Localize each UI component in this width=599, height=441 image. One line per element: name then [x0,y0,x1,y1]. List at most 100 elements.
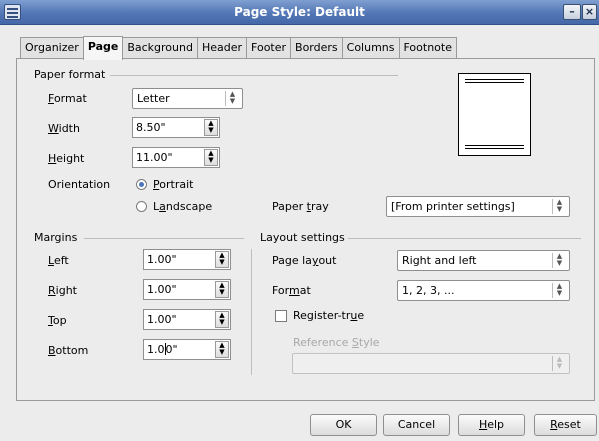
minimize-button[interactable]: – [563,4,581,20]
paper-format-select[interactable]: Letter ▲ ▼ [132,88,243,109]
tab-header[interactable]: Header [196,37,248,59]
layout-settings-heading: Layout settings [260,231,345,244]
page-layout-label: Page layout [272,254,336,267]
width-label-mnemonic: W [48,122,59,135]
page-layout-value: Right and left [402,254,477,267]
tab-background[interactable]: Background [122,37,198,59]
width-spinbox[interactable]: 8.50" ▲ ▼ [132,117,220,138]
section-separator [251,249,252,375]
margin-top-label: Top [48,314,67,327]
paper-tray-label-rest: ray [310,200,329,213]
height-value: 11.00" [136,151,173,164]
window-title: Page Style: Default [234,5,365,19]
register-true-checkbox[interactable] [275,310,287,322]
tab-bar: Organizer Page Background Header Footer … [20,36,457,60]
margin-bottom-spinbox[interactable]: 1.00" ▲ ▼ [143,339,231,360]
tab-page[interactable]: Page [82,36,124,60]
reset-button[interactable]: Reset [534,414,597,436]
page-preview [458,73,531,156]
chevron-updown-icon: ▲ ▼ [225,91,239,106]
paper-tray-value: [From printer settings] [391,200,515,213]
portrait-radio[interactable] [136,179,147,190]
landscape-label-mnemonic: a [159,200,166,213]
paper-tray-label-pre: Paper [272,200,307,213]
margin-top-spin-arrows-icon[interactable]: ▲ ▼ [215,311,229,328]
tab-organizer[interactable]: Organizer [20,37,84,59]
help-button-rest: elp [487,418,505,431]
margin-left-spinbox[interactable]: 1.00" ▲ ▼ [143,249,231,270]
help-button-mnemonic: H [478,418,488,431]
tab-columns[interactable]: Columns [341,37,400,59]
height-spinbox[interactable]: 11.00" ▲ ▼ [132,147,220,168]
margin-bottom-value-before-caret: 1.0 [147,343,165,356]
landscape-radio[interactable] [136,201,147,212]
reset-button-rest: eset [557,418,581,431]
page-layout-select[interactable]: Right and left ▲ ▼ [397,250,570,271]
register-true-label-rest: e [357,309,365,322]
margin-right-spin-arrows-icon[interactable]: ▲ ▼ [215,281,229,298]
reference-style-label-mnemonic: S [351,336,359,349]
page-layout-label-pre: Page la [272,254,312,267]
orientation-label: Orientation [48,178,111,191]
margin-bottom-label: Bottom [48,344,88,357]
reference-style-label: Reference Style [293,336,380,349]
landscape-label-rest: ndscape [165,200,213,213]
width-label-rest: idth [58,122,80,135]
height-spin-arrows-icon[interactable]: ▲ ▼ [204,149,218,166]
cancel-button[interactable]: Cancel [383,414,450,436]
numbering-format-label-rest: at [299,284,311,297]
numbering-format-label-mnemonic: m [289,284,300,297]
height-label: Height [48,152,84,165]
margins-divider [84,238,244,239]
numbering-format-label: Format [272,284,311,297]
tab-footnote[interactable]: Footnote [398,37,457,59]
paper-format-divider [110,75,398,76]
format-label: Format [48,92,87,105]
numbering-format-select[interactable]: 1, 2, 3, ... ▲ ▼ [397,280,570,301]
title-bar: Page Style: Default – × [0,0,599,25]
reference-style-label-rest: tyle [358,336,380,349]
reference-style-label-pre: Reference [293,336,352,349]
portrait-label[interactable]: Portrait [153,178,193,191]
margin-left-value: 1.00" [147,253,177,266]
chevron-updown-icon: ▲ ▼ [552,253,566,268]
margin-bottom-spin-arrows-icon[interactable]: ▲ ▼ [215,341,229,358]
margin-right-mnemonic: R [48,284,56,297]
margin-right-label: Right [48,284,77,297]
margin-left-spin-arrows-icon[interactable]: ▲ ▼ [215,251,229,268]
margin-bottom-mnemonic: B [48,344,56,357]
margins-heading: Margins [34,231,78,244]
reference-style-select: ▲ ▼ [292,353,570,374]
width-label: Width [48,122,80,135]
paper-tray-select[interactable]: [From printer settings] ▲ ▼ [386,196,570,217]
margin-bottom-rest: ottom [55,344,89,357]
margin-right-rest: ight [55,284,77,297]
landscape-label[interactable]: Landscape [153,200,212,213]
numbering-format-value: 1, 2, 3, ... [402,284,455,297]
chevron-updown-icon: ▲ ▼ [552,199,566,214]
paper-format-value: Letter [137,92,170,105]
help-button[interactable]: Help [458,414,525,436]
ok-button[interactable]: OK [310,414,377,436]
margin-top-spinbox[interactable]: 1.00" ▲ ▼ [143,309,231,330]
margin-left-rest: eft [53,254,69,267]
tab-borders[interactable]: Borders [290,37,343,59]
margin-top-value: 1.00" [147,313,177,326]
paper-format-heading: Paper format [34,68,106,81]
margin-left-label: Left [48,254,69,267]
register-true-label[interactable]: Register-true [293,309,364,322]
margin-right-value: 1.00" [147,283,177,296]
paper-tray-label: Paper tray [272,200,329,213]
chevron-updown-icon: ▲ ▼ [552,356,566,371]
height-label-rest: eight [56,152,85,165]
register-true-label-pre: Register-tr [293,309,351,322]
page-preview-text-area [465,82,524,146]
width-spin-arrows-icon[interactable]: ▲ ▼ [204,119,218,136]
page-layout-label-rest: out [318,254,337,267]
width-value: 8.50" [136,121,166,134]
close-button[interactable]: × [582,4,597,20]
tab-footer[interactable]: Footer [246,37,292,59]
portrait-label-rest: ortrait [159,178,194,191]
format-label-rest: ormat [53,92,87,105]
margin-right-spinbox[interactable]: 1.00" ▲ ▼ [143,279,231,300]
